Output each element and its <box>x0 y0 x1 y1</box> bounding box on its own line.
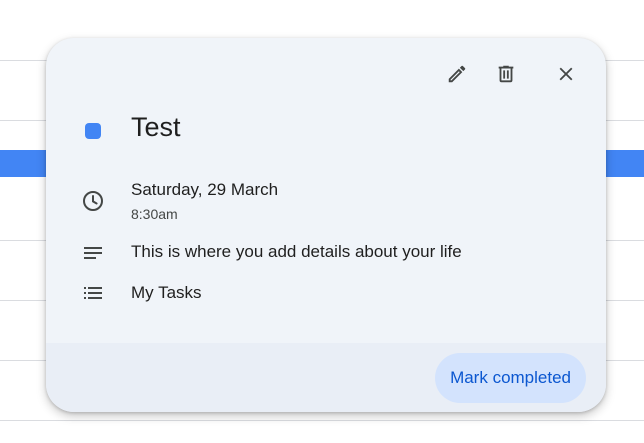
grid-line <box>0 420 644 421</box>
trash-icon <box>498 65 514 83</box>
delete-task-button[interactable] <box>488 56 524 92</box>
task-details-popup: Test Saturday, 29 March 8:30am This is w… <box>46 38 606 412</box>
mark-completed-button[interactable]: Mark completed <box>435 353 586 403</box>
task-list-name: My Tasks <box>131 283 202 302</box>
clock-icon <box>76 189 110 213</box>
task-color-chip <box>85 123 101 139</box>
pencil-icon <box>448 65 466 83</box>
close-icon <box>559 67 573 81</box>
task-time: 8:30am <box>131 206 178 222</box>
notes-icon <box>76 241 110 265</box>
popup-footer: Mark completed <box>46 343 606 412</box>
close-popup-button[interactable] <box>548 56 584 92</box>
task-list-icon <box>76 281 110 305</box>
task-description: This is where you add details about your… <box>131 242 462 261</box>
task-title: Test <box>131 112 181 142</box>
task-date: Saturday, 29 March <box>131 180 279 199</box>
edit-task-button[interactable] <box>439 56 475 92</box>
